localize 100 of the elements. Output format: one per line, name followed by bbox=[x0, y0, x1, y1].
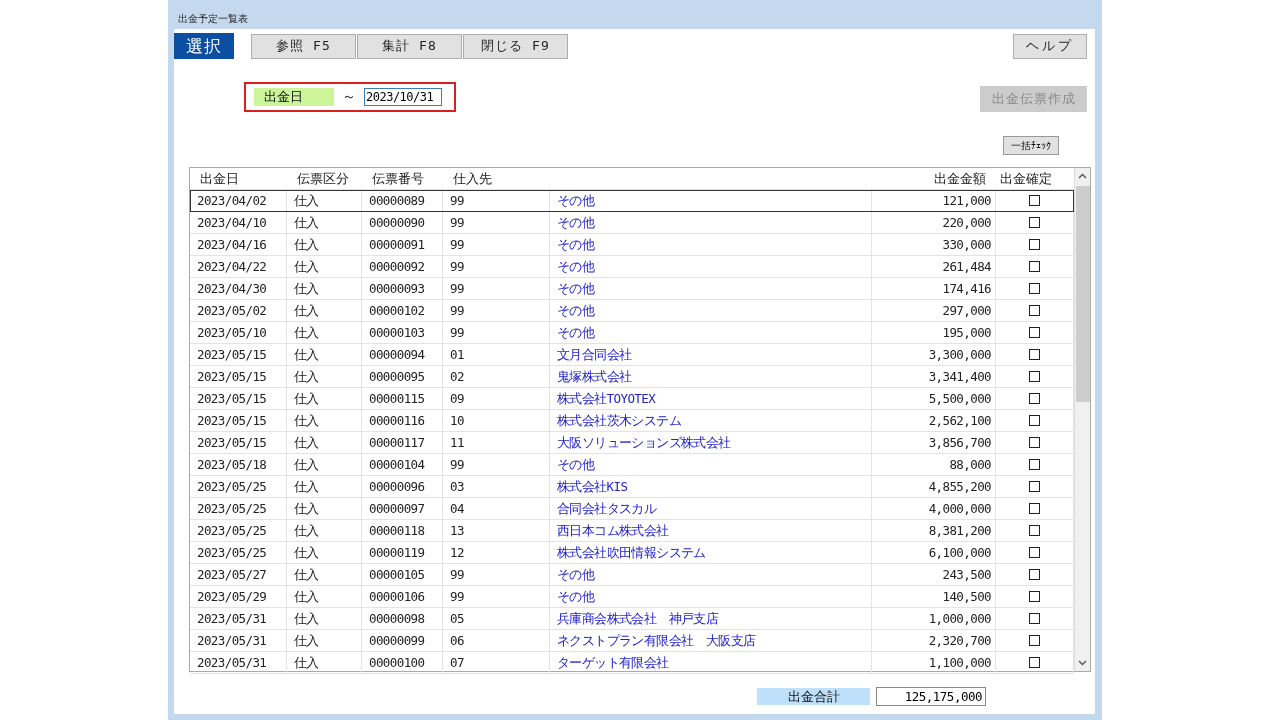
bulk-check-button[interactable]: 一括ﾁｪｯｸ bbox=[1003, 136, 1059, 155]
table-row[interactable]: 2023/05/25 仕入 00000118 13 西日本コム株式会社 8,381,200 bbox=[190, 520, 1074, 542]
table-cell: その他 bbox=[550, 322, 872, 343]
table-row[interactable]: 2023/05/15 仕入 00000094 01 文月合同会社 3,300,000 bbox=[190, 344, 1074, 366]
table-row[interactable]: 2023/05/10 仕入 00000103 99 その他 195,000 bbox=[190, 322, 1074, 344]
scroll-thumb[interactable] bbox=[1075, 186, 1090, 402]
toolbar-button[interactable]: 閉じる F9 bbox=[463, 33, 568, 59]
table-cell: 仕入 bbox=[287, 542, 362, 563]
table-cell: 2023/05/02 bbox=[190, 300, 287, 321]
table-cell: 2023/04/16 bbox=[190, 234, 287, 255]
table-cell: 12 bbox=[443, 542, 550, 563]
checkbox[interactable] bbox=[1029, 569, 1040, 580]
toolbar-button[interactable]: 集計 F8 bbox=[357, 33, 462, 59]
table-cell: 2023/05/25 bbox=[190, 542, 287, 563]
checkbox[interactable] bbox=[1029, 525, 1040, 536]
date-field[interactable]: 2023/10/31 bbox=[364, 88, 442, 106]
toolbar-button[interactable]: 選択 bbox=[174, 33, 234, 59]
table-cell: 2023/05/25 bbox=[190, 498, 287, 519]
table-cell: 297,000 bbox=[872, 300, 996, 321]
table-cell: 仕入 bbox=[287, 256, 362, 277]
table-cell: 株式会社KIS bbox=[550, 476, 872, 497]
checkbox[interactable] bbox=[1029, 239, 1040, 250]
checkbox[interactable] bbox=[1029, 437, 1040, 448]
table-cell: 2023/05/31 bbox=[190, 608, 287, 629]
scroll-down-icon[interactable] bbox=[1078, 660, 1087, 666]
table-cell: 00000092 bbox=[362, 256, 443, 277]
table-row[interactable]: 2023/04/16 仕入 00000091 99 その他 330,000 bbox=[190, 234, 1074, 256]
checkbox[interactable] bbox=[1029, 635, 1040, 646]
column-header: 出金金額 bbox=[933, 170, 987, 188]
checkbox[interactable] bbox=[1029, 261, 1040, 272]
table-cell: 243,500 bbox=[872, 564, 996, 585]
checkbox[interactable] bbox=[1029, 393, 1040, 404]
checkbox[interactable] bbox=[1029, 371, 1040, 382]
table-cell: 99 bbox=[443, 300, 550, 321]
table-cell: 00000099 bbox=[362, 630, 443, 651]
total-field: 125,175,000 bbox=[876, 687, 986, 706]
table-cell: 2023/05/31 bbox=[190, 652, 287, 673]
toolbar-button[interactable]: 参照 F5 bbox=[251, 33, 356, 59]
checkbox[interactable] bbox=[1029, 657, 1040, 668]
table-row[interactable]: 2023/05/31 仕入 00000098 05 兵庫商会株式会社 神戸支店 1,000,000 bbox=[190, 608, 1074, 630]
table-row[interactable]: 2023/05/15 仕入 00000115 09 株式会社TOYOTEX 5,500,000 bbox=[190, 388, 1074, 410]
checkbox[interactable] bbox=[1029, 327, 1040, 338]
table-row[interactable]: 2023/05/15 仕入 00000116 10 株式会社茨木システム 2,562,100 bbox=[190, 410, 1074, 432]
table-row[interactable]: 2023/05/02 仕入 00000102 99 その他 297,000 bbox=[190, 300, 1074, 322]
checkbox[interactable] bbox=[1029, 217, 1040, 228]
table-cell: 02 bbox=[443, 366, 550, 387]
checkbox[interactable] bbox=[1029, 305, 1040, 316]
table-cell: 00000105 bbox=[362, 564, 443, 585]
table-cell: その他 bbox=[550, 454, 872, 475]
table-row[interactable]: 2023/05/25 仕入 00000097 04 合同会社タスカル 4,000,000 bbox=[190, 498, 1074, 520]
table-cell: 大阪ソリューションズ株式会社 bbox=[550, 432, 872, 453]
table-row[interactable]: 2023/04/02 仕入 00000089 99 その他 121,000 bbox=[190, 190, 1074, 212]
table-cell: 2023/05/27 bbox=[190, 564, 287, 585]
table-cell: 西日本コム株式会社 bbox=[550, 520, 872, 541]
table-cell: 2023/05/29 bbox=[190, 586, 287, 607]
table-row[interactable]: 2023/05/29 仕入 00000106 99 その他 140,500 bbox=[190, 586, 1074, 608]
help-button[interactable]: ヘルプ bbox=[1013, 33, 1087, 59]
checkbox[interactable] bbox=[1029, 613, 1040, 624]
table-row[interactable]: 2023/05/18 仕入 00000104 99 その他 88,000 bbox=[190, 454, 1074, 476]
scrollbar[interactable] bbox=[1074, 168, 1090, 671]
table-row[interactable]: 2023/05/25 仕入 00000119 12 株式会社吹田情報システム 6,100,000 bbox=[190, 542, 1074, 564]
column-header: 出金日 bbox=[199, 170, 240, 188]
table-cell: 121,000 bbox=[872, 190, 996, 211]
table-row[interactable]: 2023/05/31 仕入 00000100 07 ターゲット有限会社 1,100,000 bbox=[190, 652, 1074, 674]
table-cell: その他 bbox=[550, 278, 872, 299]
table-cell: 00000091 bbox=[362, 234, 443, 255]
table-cell: 仕入 bbox=[287, 190, 362, 211]
checkbox[interactable] bbox=[1029, 547, 1040, 558]
table-cell: 2023/04/22 bbox=[190, 256, 287, 277]
table-cell: 174,416 bbox=[872, 278, 996, 299]
table-row[interactable]: 2023/05/27 仕入 00000105 99 その他 243,500 bbox=[190, 564, 1074, 586]
table-cell: 00000097 bbox=[362, 498, 443, 519]
table-cell: 220,000 bbox=[872, 212, 996, 233]
checkbox[interactable] bbox=[1029, 503, 1040, 514]
table-cell: 88,000 bbox=[872, 454, 996, 475]
table-cell: 2023/05/18 bbox=[190, 454, 287, 475]
table-row[interactable]: 2023/05/15 仕入 00000095 02 鬼塚株式会社 3,341,400 bbox=[190, 366, 1074, 388]
scroll-up-icon[interactable] bbox=[1078, 173, 1087, 179]
checkbox[interactable] bbox=[1029, 349, 1040, 360]
checkbox[interactable] bbox=[1029, 195, 1040, 206]
checkbox[interactable] bbox=[1029, 283, 1040, 294]
table-cell: その他 bbox=[550, 256, 872, 277]
checkbox[interactable] bbox=[1029, 481, 1040, 492]
table-row[interactable]: 2023/05/25 仕入 00000096 03 株式会社KIS 4,855,200 bbox=[190, 476, 1074, 498]
table-row[interactable]: 2023/04/10 仕入 00000090 99 その他 220,000 bbox=[190, 212, 1074, 234]
table-cell: 仕入 bbox=[287, 608, 362, 629]
checkbox[interactable] bbox=[1029, 415, 1040, 426]
table-cell: 00000117 bbox=[362, 432, 443, 453]
table-cell: 兵庫商会株式会社 神戸支店 bbox=[550, 608, 872, 629]
table-cell: 261,484 bbox=[872, 256, 996, 277]
table-row[interactable]: 2023/05/15 仕入 00000117 11 大阪ソリューションズ株式会社 3,856,700 bbox=[190, 432, 1074, 454]
table-row[interactable]: 2023/04/30 仕入 00000093 99 その他 174,416 bbox=[190, 278, 1074, 300]
table-row[interactable]: 2023/05/31 仕入 00000099 06 ネクストプラン有限会社 大阪支店 2,320,700 bbox=[190, 630, 1074, 652]
checkbox[interactable] bbox=[1029, 591, 1040, 602]
checkbox[interactable] bbox=[1029, 459, 1040, 470]
table-cell: 330,000 bbox=[872, 234, 996, 255]
table-row[interactable]: 2023/04/22 仕入 00000092 99 その他 261,484 bbox=[190, 256, 1074, 278]
table-cell: 2023/04/10 bbox=[190, 212, 287, 233]
table-cell: 仕入 bbox=[287, 652, 362, 673]
table-cell: 株式会社吹田情報システム bbox=[550, 542, 872, 563]
